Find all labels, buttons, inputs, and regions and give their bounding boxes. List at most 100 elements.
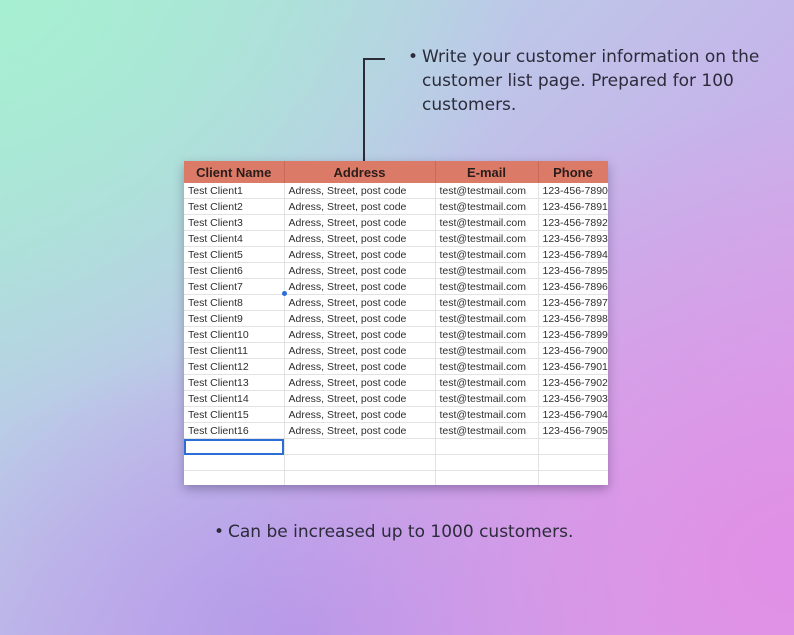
address-cell[interactable]: Adress, Street, post code [284, 326, 436, 343]
phone-cell[interactable]: 123-456-7895 [538, 262, 608, 279]
empty-cell[interactable] [538, 470, 608, 485]
client-name-cell[interactable]: Test Client10 [184, 326, 285, 343]
address-cell[interactable]: Adress, Street, post code [284, 406, 436, 423]
empty-row [184, 438, 608, 455]
phone-cell[interactable]: 123-456-7896 [538, 278, 608, 295]
phone-cell[interactable]: 123-456-7898 [538, 310, 608, 327]
client-name-cell[interactable]: Test Client15 [184, 406, 285, 423]
address-cell[interactable]: Adress, Street, post code [284, 214, 436, 231]
empty-cell[interactable] [284, 438, 436, 455]
email-cell[interactable]: test@testmail.com [435, 406, 539, 423]
email-cell[interactable]: test@testmail.com [435, 326, 539, 343]
address-cell[interactable]: Adress, Street, post code [284, 358, 436, 375]
selected-cell[interactable] [184, 438, 285, 455]
address-cell[interactable]: Adress, Street, post code [284, 342, 436, 359]
email-cell[interactable]: test@testmail.com [435, 183, 539, 199]
client-name-cell[interactable]: Test Client9 [184, 310, 285, 327]
email-cell[interactable]: test@testmail.com [435, 214, 539, 231]
callout-bottom-text: Can be increased up to 1000 customers. [228, 522, 574, 542]
address-cell[interactable]: Adress, Street, post code [284, 246, 436, 263]
column-header-phone[interactable]: Phone [538, 161, 608, 183]
email-cell[interactable]: test@testmail.com [435, 310, 539, 327]
email-cell[interactable]: test@testmail.com [435, 262, 539, 279]
phone-cell[interactable]: 123-456-7900 [538, 342, 608, 359]
column-header-email[interactable]: E-mail [435, 161, 539, 183]
empty-cell[interactable] [284, 454, 436, 471]
phone-cell[interactable]: 123-456-7897 [538, 294, 608, 311]
phone-cell[interactable]: 123-456-7892 [538, 214, 608, 231]
client-name-cell[interactable]: Test Client6 [184, 262, 285, 279]
client-name-cell[interactable]: Test Client3 [184, 214, 285, 231]
table-row: Test Client4 Adress, Street, post code tes… [184, 230, 608, 247]
client-name-cell[interactable]: Test Client12 [184, 358, 285, 375]
table-row: Test Client9 Adress, Street, post code tes… [184, 310, 608, 327]
address-cell[interactable]: Adress, Street, post code [284, 422, 436, 439]
phone-cell[interactable]: 123-456-7893 [538, 230, 608, 247]
phone-cell[interactable]: 123-456-7901 [538, 358, 608, 375]
email-cell[interactable]: test@testmail.com [435, 278, 539, 295]
address-cell[interactable]: Adress, Street, post code [284, 310, 436, 327]
client-name-cell[interactable]: Test Client5 [184, 246, 285, 263]
address-cell[interactable]: Adress, Street, post code [284, 390, 436, 407]
phone-cell[interactable]: 123-456-7902 [538, 374, 608, 391]
table-row: Test Client3 Adress, Street, post code tes… [184, 214, 608, 231]
phone-cell[interactable]: 123-456-7890 [538, 183, 608, 199]
client-name-cell[interactable]: Test Client8 [184, 294, 285, 311]
client-name-cell[interactable]: Test Client2 [184, 198, 285, 215]
client-name-cell[interactable]: Test Client16 [184, 422, 285, 439]
empty-cell[interactable] [435, 454, 539, 471]
client-name-cell[interactable]: Test Client1 [184, 183, 285, 199]
empty-cell[interactable] [435, 470, 539, 485]
phone-cell[interactable]: 123-456-7894 [538, 246, 608, 263]
empty-cell[interactable] [284, 470, 436, 485]
table-row: Test Client5 Adress, Street, post code tes… [184, 246, 608, 263]
phone-cell[interactable]: 123-456-7903 [538, 390, 608, 407]
bullet: • [214, 522, 225, 542]
email-cell[interactable]: test@testmail.com [435, 422, 539, 439]
table-row: Test Client10 Adress, Street, post code te… [184, 326, 608, 343]
email-cell[interactable]: test@testmail.com [435, 342, 539, 359]
empty-cell[interactable] [538, 438, 608, 455]
address-cell[interactable]: Adress, Street, post code [284, 262, 436, 279]
email-cell[interactable]: test@testmail.com [435, 358, 539, 375]
callout-top-text: Write your customer information on the c… [422, 47, 760, 115]
table-row: Test Client7 Adress, Street, post code tes… [184, 278, 608, 295]
empty-cell[interactable] [184, 454, 285, 471]
phone-cell[interactable]: 123-456-7905 [538, 422, 608, 439]
email-cell[interactable]: test@testmail.com [435, 246, 539, 263]
empty-cell[interactable] [184, 470, 285, 485]
table-row: Test Client14 Adress, Street, post code te… [184, 390, 608, 407]
column-header-address[interactable]: Address [284, 161, 436, 183]
address-cell[interactable]: Adress, Street, post code [284, 198, 436, 215]
email-cell[interactable]: test@testmail.com [435, 198, 539, 215]
email-cell[interactable]: test@testmail.com [435, 390, 539, 407]
address-cell[interactable]: Adress, Street, post code [284, 183, 436, 199]
address-cell[interactable]: Adress, Street, post code [284, 230, 436, 247]
email-cell[interactable]: test@testmail.com [435, 230, 539, 247]
address-cell[interactable]: Adress, Street, post code [284, 294, 436, 311]
address-cell[interactable]: Adress, Street, post code [284, 374, 436, 391]
email-cell[interactable]: test@testmail.com [435, 294, 539, 311]
empty-row [184, 454, 608, 471]
client-name-cell[interactable]: Test Client4 [184, 230, 285, 247]
table-row: Test Client11 Adress, Street, post code te… [184, 342, 608, 359]
selection-fill-handle[interactable] [282, 291, 287, 296]
client-name-cell[interactable]: Test Client14 [184, 390, 285, 407]
customer-list-table: Client Name Address E-mail Phone Test Cl… [184, 161, 608, 485]
table-row: Test Client15 Adress, Street, post code te… [184, 406, 608, 423]
client-name-cell[interactable]: Test Client7 [184, 278, 285, 295]
phone-cell[interactable]: 123-456-7904 [538, 406, 608, 423]
empty-row [184, 470, 608, 485]
client-name-cell[interactable]: Test Client13 [184, 374, 285, 391]
column-header-client-name[interactable]: Client Name [184, 161, 285, 183]
empty-cell[interactable] [538, 454, 608, 471]
callout-top: • Write your customer information on the… [408, 45, 778, 117]
phone-cell[interactable]: 123-456-7899 [538, 326, 608, 343]
empty-cell[interactable] [435, 438, 539, 455]
client-name-cell[interactable]: Test Client11 [184, 342, 285, 359]
address-cell[interactable]: Adress, Street, post code [284, 278, 436, 295]
leader-line-vertical [363, 58, 365, 162]
phone-cell[interactable]: 123-456-7891 [538, 198, 608, 215]
table-row: Test Client13 Adress, Street, post code te… [184, 374, 608, 391]
email-cell[interactable]: test@testmail.com [435, 374, 539, 391]
